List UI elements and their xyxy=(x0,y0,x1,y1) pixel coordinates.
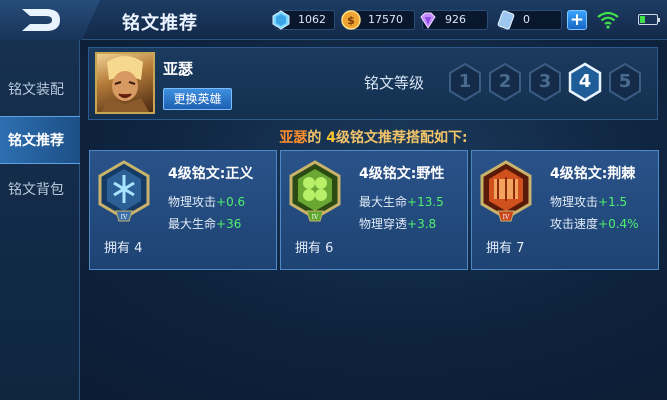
rune-level-number: 3 xyxy=(538,71,552,92)
recommend-level: 4 xyxy=(326,130,336,146)
hero-avatar[interactable] xyxy=(95,52,155,114)
recommend-text: 级铭文推荐搭配如下: xyxy=(336,130,468,146)
svg-text:IV: IV xyxy=(121,214,128,221)
wifi-icon xyxy=(597,11,619,29)
recommend-connector: 的 xyxy=(307,130,327,146)
rune-level-number: 1 xyxy=(458,71,472,92)
top-bar: 铭文推荐 1062 $ 17570 926 0 + xyxy=(0,0,667,40)
gold-counter: $ 17570 xyxy=(341,10,415,30)
gold-value: 17570 xyxy=(368,13,403,26)
rune-level-number: 5 xyxy=(618,71,632,92)
rune-stat: 攻击速度+0.4% xyxy=(550,217,639,231)
rune-card-justice[interactable]: IV 4级铭文:正义 物理攻击+0.6 最大生命+36 拥有 4 xyxy=(89,150,277,270)
recommend-hero-name: 亚瑟 xyxy=(279,130,308,146)
rune-name: 4级铭文:荆棘 xyxy=(550,166,636,182)
rune-level-number: 2 xyxy=(498,71,512,92)
ticket-value: 0 xyxy=(523,13,530,26)
rune-level-5-button[interactable]: 5 xyxy=(607,62,643,102)
hero-name: 亚瑟 xyxy=(163,60,194,78)
ticket-counter: 0 xyxy=(497,10,562,30)
rune-owned-count: 拥有 4 xyxy=(104,241,143,256)
rune-owned-count: 拥有 7 xyxy=(486,241,525,256)
gem-icon xyxy=(272,10,290,30)
svg-text:IV: IV xyxy=(503,214,510,221)
rune-card-thorns[interactable]: IV 4级铭文:荆棘 物理攻击+1.5 攻击速度+0.4% 拥有 7 xyxy=(471,150,659,270)
rune-stat: 物理攻击+1.5 xyxy=(550,195,628,209)
back-button[interactable] xyxy=(0,0,100,40)
sidebar-item-rune-bag[interactable]: 铭文背包 xyxy=(0,166,80,214)
sidebar-item-rune-equip[interactable]: 铭文装配 xyxy=(0,66,80,114)
rune-stat: 最大生命+36 xyxy=(168,217,242,231)
change-hero-button[interactable]: 更换英雄 xyxy=(163,88,232,110)
rune-stat: 最大生命+13.5 xyxy=(359,195,444,209)
rune-level-number: 4 xyxy=(578,71,592,92)
justice-rune-icon: IV xyxy=(98,160,150,222)
wild-rune-icon: IV xyxy=(289,160,341,222)
add-currency-button[interactable]: + xyxy=(567,10,587,30)
diamond-value: 1062 xyxy=(298,13,326,26)
rune-level-1-button[interactable]: 1 xyxy=(447,62,483,102)
thorns-rune-icon: IV xyxy=(480,160,532,222)
crystal-counter: 926 xyxy=(420,10,488,30)
svg-text:$: $ xyxy=(347,14,355,27)
rune-stat: 物理穿透+3.8 xyxy=(359,217,437,231)
diamond-counter: 1062 xyxy=(272,10,335,30)
back-arrow-icon xyxy=(22,9,60,31)
rune-level-2-button[interactable]: 2 xyxy=(487,62,523,102)
rune-level-4-button[interactable]: 4 xyxy=(567,62,603,102)
ticket-icon xyxy=(497,10,515,30)
sidebar: 铭文装配 铭文推荐 铭文背包 xyxy=(0,40,80,400)
hero-panel: 亚瑟 更换英雄 铭文等级 1 2 3 4 5 xyxy=(88,47,658,120)
rune-name: 4级铭文:正义 xyxy=(168,166,254,182)
rune-level-label: 铭文等级 xyxy=(364,74,425,92)
svg-text:IV: IV xyxy=(312,214,319,221)
hero-portrait-icon xyxy=(101,56,149,112)
crystal-icon xyxy=(420,12,436,29)
rune-name: 4级铭文:野性 xyxy=(359,166,445,182)
rune-level-3-button[interactable]: 3 xyxy=(527,62,563,102)
rune-card-wild[interactable]: IV 4级铭文:野性 最大生命+13.5 物理穿透+3.8 拥有 6 xyxy=(280,150,468,270)
recommend-heading: 亚瑟的 4级铭文推荐搭配如下: xyxy=(0,127,667,147)
rune-stat: 物理攻击+0.6 xyxy=(168,195,246,209)
crystal-value: 926 xyxy=(445,13,466,26)
battery-icon xyxy=(638,14,660,25)
page-title: 铭文推荐 xyxy=(122,13,198,34)
rune-owned-count: 拥有 6 xyxy=(295,241,334,256)
coin-icon: $ xyxy=(341,10,361,30)
